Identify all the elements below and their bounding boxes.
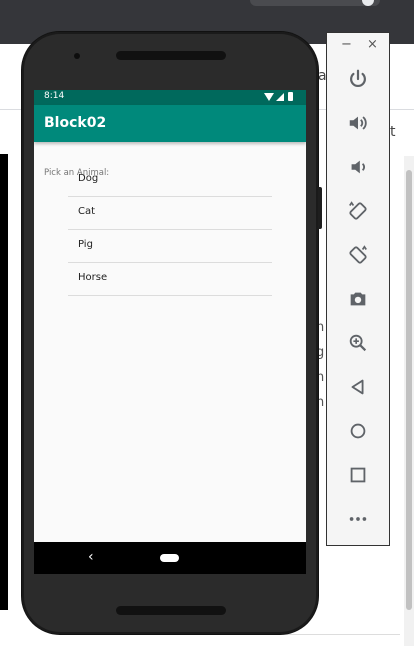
volume-up-icon [349,116,367,130]
status-icons [264,92,298,102]
background-black-panel [0,154,8,610]
volume-down-button[interactable] [342,151,374,183]
status-time: 8:14 [44,91,65,101]
navigation-bar: ‹ [34,542,306,574]
emulator-toolbar: − × [326,32,390,546]
toolbar-text-fragment: t [390,124,396,140]
status-bar: 8:14 [34,90,306,105]
wifi-icon [264,93,274,101]
list-item-pig[interactable]: Pig [68,230,272,263]
more-icon [349,517,367,521]
app-title: Block02 [44,115,107,131]
home-icon [350,423,366,439]
rotate-right-icon [349,245,367,264]
list-item-dog[interactable]: Dog [68,172,272,197]
list-item-label: Pig [78,239,93,250]
list-item-cat[interactable]: Cat [68,197,272,230]
zoom-button[interactable] [342,327,374,359]
scrollbar-thumb[interactable] [406,170,412,610]
back-button[interactable] [342,371,374,403]
home-button[interactable] [342,415,374,447]
app-bar: Block02 [34,105,306,142]
list-item-label: Horse [78,272,108,283]
list-item-label: Dog [78,173,99,184]
phone-screen: 8:14 Block02 Pick an Animal: Dog Cat Pig… [34,90,306,574]
nav-home-icon[interactable] [160,554,179,562]
top-speaker [116,51,226,60]
background-bottom-bar [60,634,400,647]
phone-frame: 8:14 Block02 Pick an Animal: Dog Cat Pig… [22,32,322,634]
overview-button[interactable] [342,459,374,491]
close-button[interactable]: × [367,37,378,52]
camera-icon [350,292,366,306]
animal-list: Dog Cat Pig Horse [68,172,272,296]
emulator-toolbar-header: − × [327,33,389,59]
overview-icon [350,467,366,483]
power-icon [350,69,366,88]
nav-back-icon[interactable]: ‹ [88,549,94,565]
back-icon [351,379,364,395]
main-content: Pick an Animal: Dog Cat Pig Horse [34,142,306,542]
list-item-horse[interactable]: Horse [68,263,272,296]
screenshot-button[interactable] [342,283,374,315]
zoom-icon [349,334,367,352]
signal-icon [276,93,284,101]
list-item-label: Cat [78,206,96,217]
rotate-right-button[interactable] [342,239,374,271]
power-side-button[interactable] [318,187,322,229]
background-scrollbar[interactable] [404,156,414,646]
volume-up-button[interactable] [342,107,374,139]
volume-down-icon [351,160,365,174]
browser-tab-pill [250,0,380,6]
rotate-left-button[interactable] [342,195,374,227]
bottom-speaker [116,606,226,615]
power-button[interactable] [342,63,374,95]
front-camera-icon [74,53,80,59]
rotate-left-icon [349,201,367,220]
minimize-button[interactable]: − [341,37,352,52]
battery-icon [288,92,293,101]
more-button[interactable] [342,503,374,535]
